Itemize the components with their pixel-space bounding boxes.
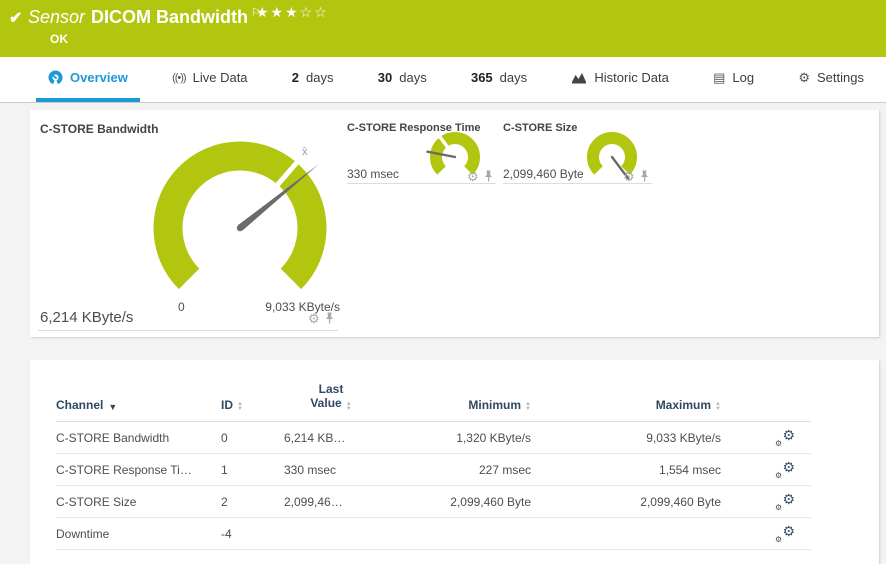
column-label: Channel: [56, 398, 103, 412]
table-row-id: 0: [221, 422, 276, 454]
gear-icon[interactable]: ⚙: [467, 170, 479, 183]
column-header-maximum[interactable]: Maximum ▲▼: [531, 374, 721, 422]
sort-desc-icon: ▼: [108, 402, 117, 412]
tab-label: days: [500, 70, 527, 85]
table-row-last-value: 330 msec: [276, 454, 386, 486]
gauge-title-bandwidth: C-STORE Bandwidth: [40, 122, 158, 136]
table-row-maximum: 2,099,460 Byte: [531, 486, 721, 518]
gauge-icon: [48, 70, 63, 85]
table-row-channel-name[interactable]: Downtime: [56, 518, 221, 550]
sort-arrows-icon: ▲▼: [237, 402, 243, 412]
gear-icon: ⚙: [798, 70, 810, 86]
sensor-name: DICOM Bandwidth: [91, 7, 248, 27]
table-row-channel-name[interactable]: C-STORE Size: [56, 486, 221, 518]
bandwidth-gauge: [140, 136, 340, 312]
column-label: Maximum: [656, 398, 711, 412]
divider: [347, 183, 496, 184]
sensor-type-label: Sensor: [28, 7, 85, 27]
tab-label: days: [399, 70, 426, 85]
tab-2-days[interactable]: 2 days: [280, 57, 346, 102]
table-row-maximum: 1,554 msec: [531, 454, 721, 486]
tab-label: Live Data: [193, 70, 248, 85]
tab-label: days: [306, 70, 333, 85]
list-icon: ▤: [713, 70, 725, 86]
gear-icon[interactable]: ⚙: [623, 170, 635, 183]
gauge-actions: ⚙: [467, 170, 493, 183]
tab-label: Log: [732, 70, 754, 85]
area-chart-icon: [571, 71, 587, 84]
status-badge: OK: [50, 32, 68, 46]
sensor-status-header: ✔ SensorDICOM Bandwidth⚐ ★★★☆☆ OK: [0, 0, 886, 57]
table-row-actions: ⚙⚙: [721, 422, 811, 454]
tab-label: Historic Data: [594, 70, 668, 85]
priority-stars[interactable]: ★★★☆☆: [256, 4, 329, 21]
tab-log[interactable]: ▤ Log: [701, 57, 766, 102]
channel-settings-gears-icon[interactable]: ⚙⚙: [775, 429, 795, 447]
response-time-last-value: 330 msec: [347, 167, 399, 181]
channels-table: Channel ▼ ID ▲▼ Last Value▲▼ Minimum ▲▼ …: [56, 374, 811, 550]
channel-settings-gears-icon[interactable]: ⚙⚙: [775, 461, 795, 479]
tab-number: 2: [292, 70, 299, 85]
pin-icon[interactable]: [640, 170, 649, 183]
gear-icon[interactable]: ⚙: [308, 312, 320, 325]
tab-overview[interactable]: Overview: [36, 57, 140, 102]
broadcast-icon: ((•)): [172, 72, 186, 84]
table-row-minimum: [386, 518, 531, 550]
tab-number: 365: [471, 70, 493, 85]
tab-30-days[interactable]: 30 days: [366, 57, 439, 102]
table-row-minimum: 227 msec: [386, 454, 531, 486]
channel-settings-gears-icon[interactable]: ⚙⚙: [775, 525, 795, 543]
pin-icon[interactable]: [325, 312, 334, 325]
divider: [503, 183, 652, 184]
column-header-channel[interactable]: Channel ▼: [56, 374, 221, 422]
table-row-actions: ⚙⚙: [721, 454, 811, 486]
tab-number: 30: [378, 70, 392, 85]
table-row-last-value: [276, 518, 386, 550]
column-label: Minimum: [468, 398, 521, 412]
column-header-actions: [721, 374, 811, 422]
sort-arrows-icon: ▲▼: [346, 402, 352, 412]
table-row-id: 2: [221, 486, 276, 518]
table-row-maximum: [531, 518, 721, 550]
channels-panel: Channel ▼ ID ▲▼ Last Value▲▼ Minimum ▲▼ …: [30, 360, 879, 564]
status-ok-check-icon: ✔: [9, 8, 22, 28]
tab-live-data[interactable]: ((•)) Live Data: [160, 57, 259, 102]
table-row-channel-name[interactable]: C-STORE Response Ti…: [56, 454, 221, 486]
channel-settings-gears-icon[interactable]: ⚙⚙: [775, 493, 795, 511]
gauge-title-size: C-STORE Size: [503, 122, 577, 134]
tab-settings[interactable]: ⚙ Settings: [786, 57, 876, 102]
table-row-id: -4: [221, 518, 276, 550]
tab-historic-data[interactable]: Historic Data: [559, 57, 680, 102]
gauge-actions: ⚙: [623, 170, 649, 183]
size-last-value: 2,099,460 Byte: [503, 167, 584, 181]
table-row-channel-name[interactable]: C-STORE Bandwidth: [56, 422, 221, 454]
gauge-actions: ⚙: [308, 312, 334, 325]
tab-label: Settings: [817, 70, 864, 85]
column-header-last-value[interactable]: Last Value▲▼: [276, 374, 386, 422]
column-header-id[interactable]: ID ▲▼: [221, 374, 276, 422]
table-row-actions: ⚙⚙: [721, 486, 811, 518]
tab-label: Overview: [70, 70, 128, 85]
gauges-panel: C-STORE Bandwidth x̄ 0 9,033 KByte/s 6,2…: [30, 110, 879, 337]
gauge-scale-min: 0: [178, 300, 185, 314]
table-row-id: 1: [221, 454, 276, 486]
table-row-maximum: 9,033 KByte/s: [531, 422, 721, 454]
table-row-last-value: 6,214 KB…: [276, 422, 386, 454]
bandwidth-last-value: 6,214 KByte/s: [40, 309, 133, 326]
table-row-last-value: 2,099,46…: [276, 486, 386, 518]
column-label: Last Value: [310, 382, 343, 410]
page-title: SensorDICOM Bandwidth⚐: [28, 6, 261, 28]
divider: [38, 330, 338, 331]
table-row-minimum: 2,099,460 Byte: [386, 486, 531, 518]
pin-icon[interactable]: [484, 170, 493, 183]
table-row-minimum: 1,320 KByte/s: [386, 422, 531, 454]
table-row-actions: ⚙⚙: [721, 518, 811, 550]
mean-marker-label: x̄: [302, 146, 308, 158]
column-header-minimum[interactable]: Minimum ▲▼: [386, 374, 531, 422]
tab-365-days[interactable]: 365 days: [459, 57, 539, 102]
tab-bar: Overview ((•)) Live Data 2 days 30 days …: [0, 57, 886, 103]
column-label: ID: [221, 398, 233, 412]
